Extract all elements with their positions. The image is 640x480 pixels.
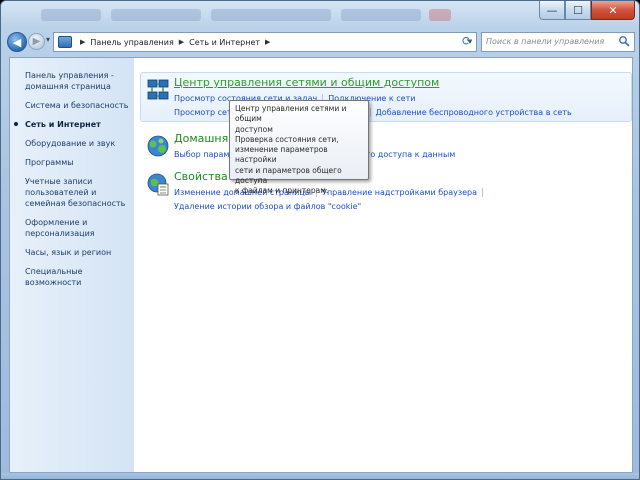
title-blur	[429, 9, 451, 21]
network-center-icon	[147, 79, 169, 100]
recent-pages-dropdown[interactable]: ▾	[46, 35, 50, 44]
control-panel-window: — ☐ ✕ ◀ ▶ ▾ ▶ Панель управления ▶ Сеть и…	[0, 0, 640, 480]
sidebar-item-user-accounts[interactable]: Учетные записи пользователей и семейная …	[25, 176, 127, 209]
homegroup-icon	[147, 135, 169, 157]
breadcrumb-separator[interactable]: ▶	[179, 38, 184, 46]
title-blur	[341, 9, 421, 21]
sidebar: Панель управления - домашняя страница Си…	[10, 58, 134, 472]
control-panel-icon	[58, 36, 72, 48]
sidebar-item-system-security[interactable]: Система и безопасность	[25, 100, 134, 111]
internet-options-icon	[147, 173, 169, 196]
back-button[interactable]: ◀	[7, 32, 27, 52]
link-separator	[369, 108, 371, 117]
tooltip-line: к файлам и принтерам.	[235, 186, 329, 196]
caption-buttons: — ☐ ✕	[539, 1, 635, 21]
tooltip-line: сети и параметров общего доступа	[235, 165, 342, 186]
sidebar-item-network-internet[interactable]: Сеть и Интернет	[14, 119, 134, 130]
title-blur	[211, 9, 331, 21]
active-bullet-icon	[14, 122, 18, 126]
title-blur	[41, 9, 101, 21]
window-bottom-border	[1, 473, 639, 479]
tooltip-line: Проверка состояния сети,	[235, 134, 339, 144]
link-add-wireless-device[interactable]: Добавление беспроводного устройства в се…	[376, 108, 572, 117]
main-panel: Центр управления сетями и общим доступом…	[134, 58, 632, 472]
category-links-row: Удаление истории обзора и файлов "cookie…	[174, 202, 361, 211]
sidebar-item-home[interactable]: Панель управления - домашняя страница	[25, 70, 120, 92]
breadcrumb-separator[interactable]: ▶	[80, 38, 85, 46]
tooltip-line: изменение параметров настройки	[235, 145, 328, 165]
close-button[interactable]: ✕	[591, 1, 635, 20]
maximize-button[interactable]: ☐	[565, 1, 591, 20]
link-separator	[482, 188, 484, 197]
tooltip-line: Центр управления сетями и общим	[235, 104, 347, 124]
search-placeholder: Поиск в панели управления	[486, 37, 605, 46]
sidebar-item-accessibility[interactable]: Специальные возможности	[25, 266, 130, 288]
search-input[interactable]: Поиск в панели управления	[481, 32, 635, 52]
title-bar: — ☐ ✕	[1, 1, 639, 29]
refresh-icon[interactable]: ⟳	[462, 34, 472, 48]
search-icon[interactable]	[618, 35, 630, 47]
breadcrumb-control-panel[interactable]: Панель управления	[90, 38, 173, 47]
sidebar-item-clock-region[interactable]: Часы, язык и регион	[25, 247, 134, 258]
tooltip-line: доступом	[235, 124, 273, 134]
sidebar-item-hardware-sound[interactable]: Оборудование и звук	[25, 138, 134, 149]
navigation-bar: ◀ ▶ ▾ ▶ Панель управления ▶ Сеть и Интер…	[1, 29, 639, 55]
minimize-button[interactable]: —	[539, 1, 565, 20]
tooltip: Центр управления сетями и общим доступом…	[229, 100, 369, 195]
address-bar[interactable]: ▶ Панель управления ▶ Сеть и Интернет ▶ …	[53, 32, 477, 52]
title-blur	[111, 9, 201, 21]
breadcrumb-network-internet[interactable]: Сеть и Интернет	[189, 38, 260, 47]
sidebar-item-programs[interactable]: Программы	[25, 157, 134, 168]
sidebar-item-appearance[interactable]: Оформление и персонализация	[25, 217, 115, 239]
content-pane: Панель управления - домашняя страница Си…	[9, 57, 633, 473]
sidebar-item-label: Сеть и Интернет	[25, 120, 101, 129]
breadcrumb-separator[interactable]: ▶	[265, 38, 270, 46]
category-title-link[interactable]: Центр управления сетями и общим доступом	[174, 76, 439, 89]
forward-button[interactable]: ▶	[28, 33, 45, 50]
link-delete-history[interactable]: Удаление истории обзора и файлов "cookie…	[174, 202, 361, 211]
